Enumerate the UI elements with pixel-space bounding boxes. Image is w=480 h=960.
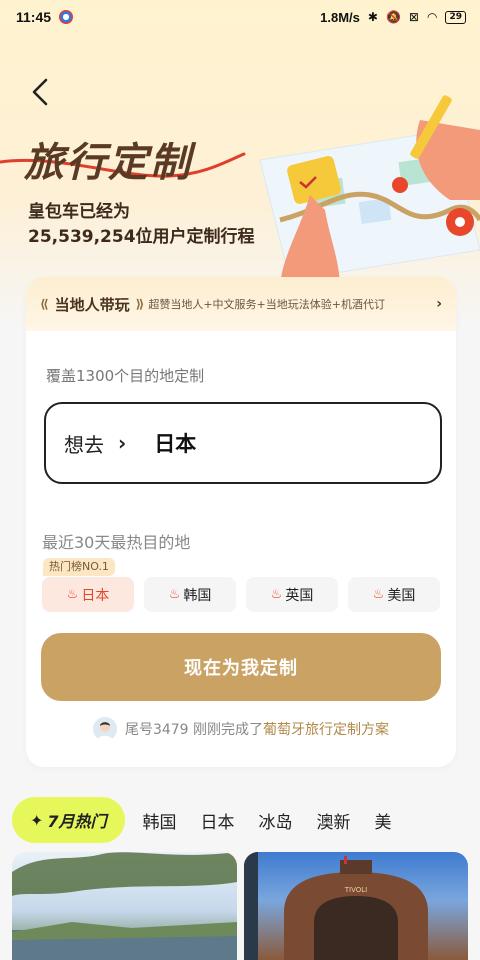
lake-photo <box>12 852 237 960</box>
customize-now-button[interactable]: 现在为我定制 <box>41 633 441 701</box>
sim-off-icon: ⊠ <box>408 10 419 24</box>
tab-july-hot[interactable]: ✦ 7月热门 <box>12 797 125 843</box>
tab-iceland[interactable]: 冰岛 <box>259 808 293 833</box>
chip-label: 日本 <box>81 587 110 604</box>
svg-text:TIVOLI: TIVOLI <box>344 886 367 894</box>
chip-label: 英国 <box>285 587 314 604</box>
app-notification-icon <box>59 10 74 24</box>
recent-activity: 尾号3479 刚刚完成了 葡萄牙旅行定制方案 <box>26 717 456 741</box>
mute-icon: 🔕 <box>385 10 401 24</box>
laurel-left-icon: ⟪ <box>40 297 49 311</box>
hero-subtitle-line2: 25,539,254位用户定制行程 <box>28 227 255 247</box>
chip-label: 韩国 <box>183 587 212 604</box>
recent-plan-link[interactable]: 葡萄牙旅行定制方案 <box>263 719 389 739</box>
local-guide-description: 超赞当地人+中文服务+当地玩法体验+机酒代订 <box>148 298 385 311</box>
wifi-icon: ◠ <box>426 10 438 24</box>
status-bar: 11:45 1.8M/s ✱ 🔕 ⊠ ◠ 29 <box>0 0 480 34</box>
avatar <box>92 717 117 741</box>
destination-tabs: ✦ 7月热门 韩国 日本 冰岛 澳新 美 <box>12 797 398 843</box>
want-to-go-label: 想去 <box>64 432 104 457</box>
flame-icon: ♨ <box>270 587 283 602</box>
chip-label: 美国 <box>387 587 416 604</box>
tab-label: 7月热门 <box>47 812 107 831</box>
network-speed: 1.8M/s <box>320 9 360 25</box>
hot-destination-chips: ♨ 日本 ♨ 韩国 ♨ 英国 ♨ 美国 <box>42 577 440 612</box>
local-guide-banner[interactable]: ⟪ 当地人带玩 ⟫ 超赞当地人+中文服务+当地玩法体验+机酒代订 › <box>26 277 456 331</box>
tab-australia-nz[interactable]: 澳新 <box>317 808 351 833</box>
status-time: 11:45 <box>16 9 52 25</box>
tab-japan[interactable]: 日本 <box>201 808 235 833</box>
hot-destinations-label: 最近30天最热目的地 <box>42 533 191 552</box>
hero-subtitle-line1: 皇包车已经为 <box>28 202 130 222</box>
page-title: 旅行定制 <box>24 139 192 186</box>
status-indicators: 1.8M/s ✱ 🔕 ⊠ ◠ 29 <box>320 10 466 25</box>
hot-chip-usa[interactable]: ♨ 美国 <box>348 577 440 612</box>
flame-icon: ♨ <box>66 587 79 602</box>
flame-icon: ♨ <box>168 587 181 602</box>
battery-indicator: 29 <box>445 10 466 24</box>
hot-rank-badge: 热门榜NO.1 <box>43 558 115 576</box>
recent-activity-text: 尾号3479 刚刚完成了 <box>124 722 264 738</box>
destination-value: 日本 <box>154 432 197 456</box>
destination-selector[interactable]: 想去 › 日本 <box>44 402 442 484</box>
local-guide-title: 当地人带玩 <box>54 295 130 314</box>
chevron-right-icon: › <box>436 296 442 312</box>
sparkle-icon: ✦ <box>30 810 44 830</box>
tab-usa[interactable]: 美 <box>375 808 392 833</box>
map-illustration <box>259 95 480 290</box>
tivoli-photo: TIVOLI <box>244 852 428 960</box>
trip-planner-card: ⟪ 当地人带玩 ⟫ 超赞当地人+中文服务+当地玩法体验+机酒代订 › 覆盖130… <box>26 277 456 767</box>
hot-chip-korea[interactable]: ♨ 韩国 <box>144 577 236 612</box>
laurel-right-icon: ⟫ <box>135 297 145 311</box>
hero-subtitle: 皇包车已经为 25,539,254位用户定制行程 <box>28 200 255 250</box>
destination-photo-card[interactable] <box>12 852 237 960</box>
hot-chip-uk[interactable]: ♨ 英国 <box>246 577 338 612</box>
back-arrow-icon[interactable] <box>28 76 56 108</box>
flame-icon: ♨ <box>372 587 385 602</box>
hot-chip-japan[interactable]: ♨ 日本 <box>42 577 134 612</box>
coverage-text: 覆盖1300个目的地定制 <box>46 367 205 385</box>
bluetooth-icon: ✱ <box>367 10 378 24</box>
chevron-right-icon: › <box>118 431 127 455</box>
tab-korea[interactable]: 韩国 <box>143 808 177 833</box>
destination-photo-card[interactable]: TIVOLI <box>244 852 468 960</box>
